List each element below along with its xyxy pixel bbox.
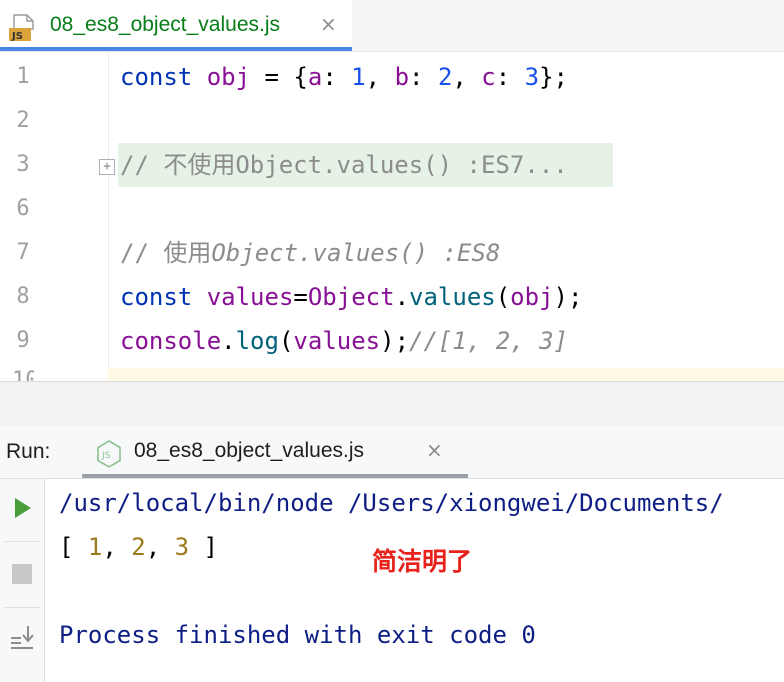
run-tool-window-header: Run: JS 08_es8_object_values.js × [0,426,784,479]
stop-icon[interactable] [9,561,35,587]
code-line: 8 const values=Object.values(obj); [0,275,784,319]
line-number: 6 [16,196,30,221]
annotation-text: 简洁明了 [372,547,473,576]
code-line: 7 // 使用Object.values() :ES8 [0,231,784,275]
folded-comment: // 不使用Object.values() :ES7... [120,151,568,179]
code-line: 2 [0,99,784,143]
toolbar-divider [4,607,40,608]
comment-text: // 使用Object.values() :ES8 [120,239,501,267]
code-line: 6 [0,187,784,231]
code-text: const obj = {a: 1, b: 2, c: 3}; [120,63,569,91]
editor-tab[interactable]: JS 08_es8_object_values.js × [0,0,352,51]
code-line: 1 const obj = {a: 1, b: 2, c: 3}; [0,55,784,99]
current-line-highlight [108,368,784,381]
run-label: Run: [6,440,51,463]
scroll-to-end-icon[interactable] [9,624,35,650]
line-number: 9 [16,328,30,353]
run-config-tab[interactable]: JS 08_es8_object_values.js × [82,426,468,478]
toolbar-divider [4,541,40,542]
panel-splitter[interactable] [0,381,784,427]
nodejs-icon: JS [97,440,121,468]
line-number: 3 [16,152,30,177]
editor-tab-bar: JS 08_es8_object_values.js × [0,0,784,52]
code-editor[interactable]: 1 const obj = {a: 1, b: 2, c: 3}; 2 3 + … [0,52,784,381]
code-line: 9 console.log(values);//[1, 2, 3] [0,319,784,363]
code-text: const values=Object.values(obj); [120,283,583,311]
svg-text:JS: JS [11,31,23,42]
line-number: 10 [12,368,34,381]
run-toolbar [0,479,45,682]
line-number: 8 [16,284,30,309]
close-icon[interactable]: × [426,438,443,462]
js-file-icon: JS [9,14,34,42]
line-number: 2 [16,108,30,133]
line-number: 7 [16,240,30,265]
play-icon[interactable] [9,495,35,521]
console-exit-message: Process finished with exit code 0 [59,621,536,649]
expand-fold-icon[interactable]: + [99,159,115,175]
svg-text:JS: JS [101,451,111,461]
close-icon[interactable]: × [320,12,337,36]
console-command-line: /usr/local/bin/node /Users/xiongwei/Docu… [59,489,724,517]
line-number: 1 [16,64,30,89]
console-output-line: [ 1, 2, 3 ] [59,533,218,561]
editor-tab-title: 08_es8_object_values.js [50,13,280,36]
run-tab-title: 08_es8_object_values.js [134,439,364,462]
code-line-folded: 3 + // 不使用Object.values() :ES7... [0,143,784,187]
code-text: console.log(values);//[1, 2, 3] [120,327,568,355]
console-output[interactable]: /usr/local/bin/node /Users/xiongwei/Docu… [45,479,784,682]
